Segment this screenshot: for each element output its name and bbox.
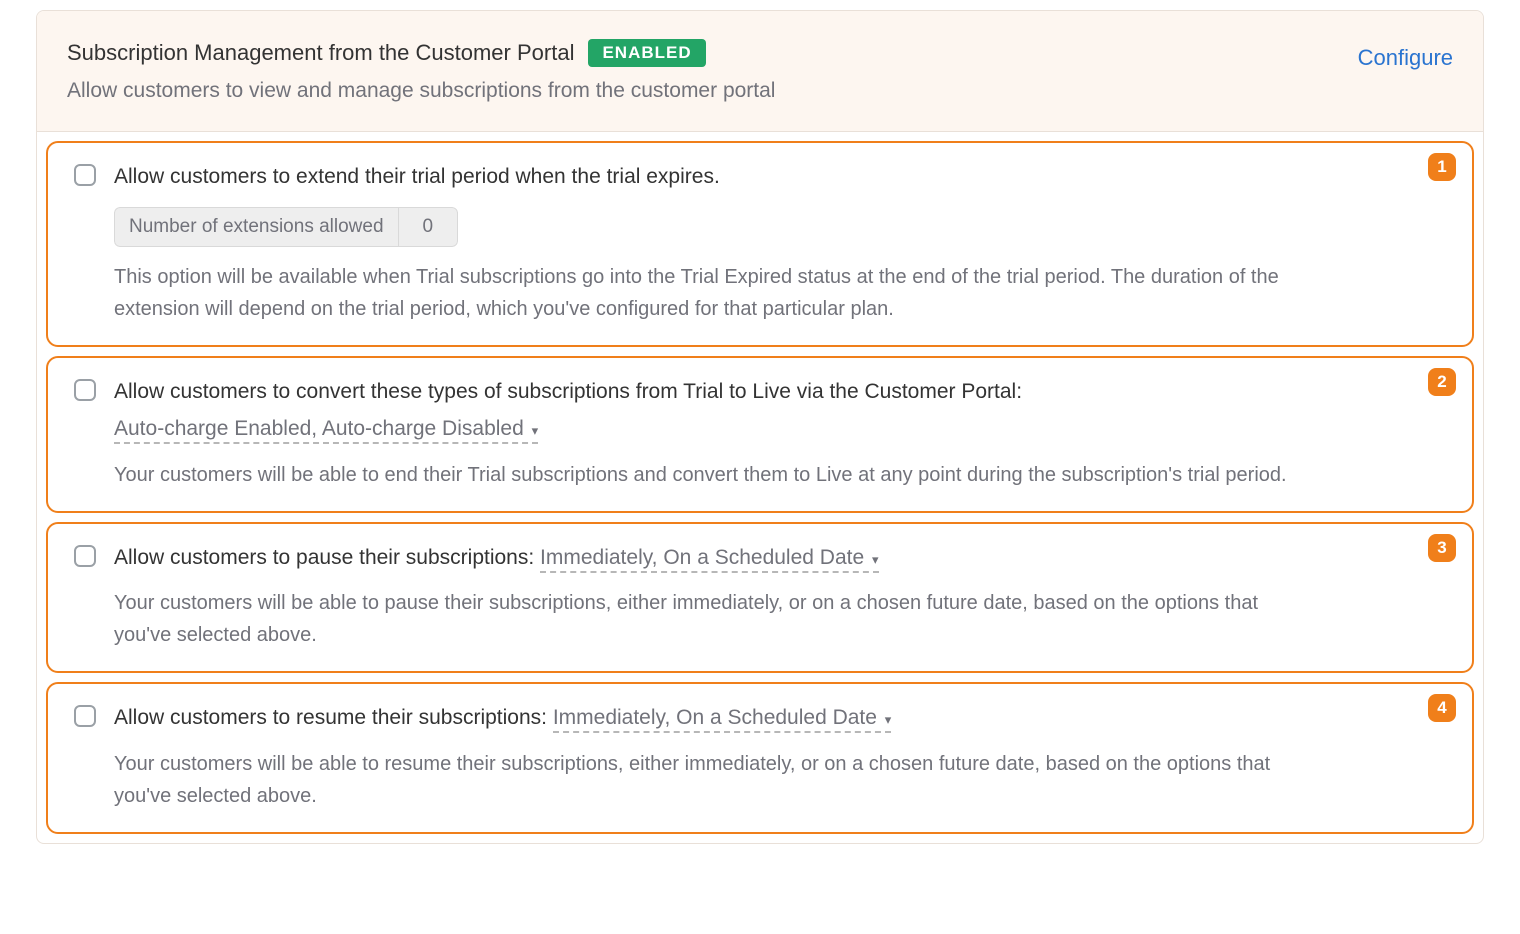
extensions-value-input[interactable]: 0 [398,207,459,247]
extensions-input-group: Number of extensions allowed 0 [114,207,458,247]
callout-marker-4: 4 [1428,694,1456,722]
panel-header: Subscription Management from the Custome… [37,11,1483,132]
enabled-badge: ENABLED [588,39,705,67]
convert-types-select[interactable]: Auto-charge Enabled, Auto-charge Disable… [114,417,538,444]
option-pause-subscription: 3 Allow customers to pause their subscri… [46,522,1474,674]
option-help: Your customers will be able to pause the… [114,587,1314,651]
chevron-down-icon: ▾ [885,712,892,727]
panel-subtitle: Allow customers to view and manage subsc… [67,79,1453,103]
chevron-down-icon: ▾ [532,423,539,438]
option-label: Allow customers to extend their trial pe… [114,161,1446,193]
select-value: Immediately, On a Scheduled Date [540,546,864,569]
option-resume-subscription: 4 Allow customers to resume their subscr… [46,682,1474,834]
checkbox-extend-trial[interactable] [74,164,96,186]
callout-marker-2: 2 [1428,368,1456,396]
checkbox-convert-trial[interactable] [74,379,96,401]
configure-link[interactable]: Configure [1358,45,1453,71]
option-help: This option will be available when Trial… [114,261,1314,325]
chevron-down-icon: ▾ [872,552,879,567]
select-value: Auto-charge Enabled, Auto-charge Disable… [114,417,524,440]
panel-title: Subscription Management from the Custome… [67,40,574,66]
option-label: Allow customers to pause their subscript… [114,542,1446,574]
settings-panel: Subscription Management from the Custome… [36,10,1484,844]
option-convert-trial: 2 Allow customers to convert these types… [46,356,1474,513]
option-label-text: Allow customers to resume their subscrip… [114,706,553,729]
option-label: Allow customers to resume their subscrip… [114,702,1446,734]
option-help: Your customers will be able to end their… [114,459,1314,491]
checkbox-resume-subscription[interactable] [74,705,96,727]
option-extend-trial: 1 Allow customers to extend their trial … [46,141,1474,347]
callout-marker-1: 1 [1428,153,1456,181]
pause-timing-select[interactable]: Immediately, On a Scheduled Date ▾ [540,546,879,573]
checkbox-pause-subscription[interactable] [74,545,96,567]
callout-marker-3: 3 [1428,534,1456,562]
option-label: Allow customers to convert these types o… [114,376,1446,408]
option-label-text: Allow customers to pause their subscript… [114,546,540,569]
resume-timing-select[interactable]: Immediately, On a Scheduled Date ▾ [553,706,892,733]
select-value: Immediately, On a Scheduled Date [553,706,877,729]
option-help: Your customers will be able to resume th… [114,748,1314,812]
extensions-label: Number of extensions allowed [114,207,398,247]
